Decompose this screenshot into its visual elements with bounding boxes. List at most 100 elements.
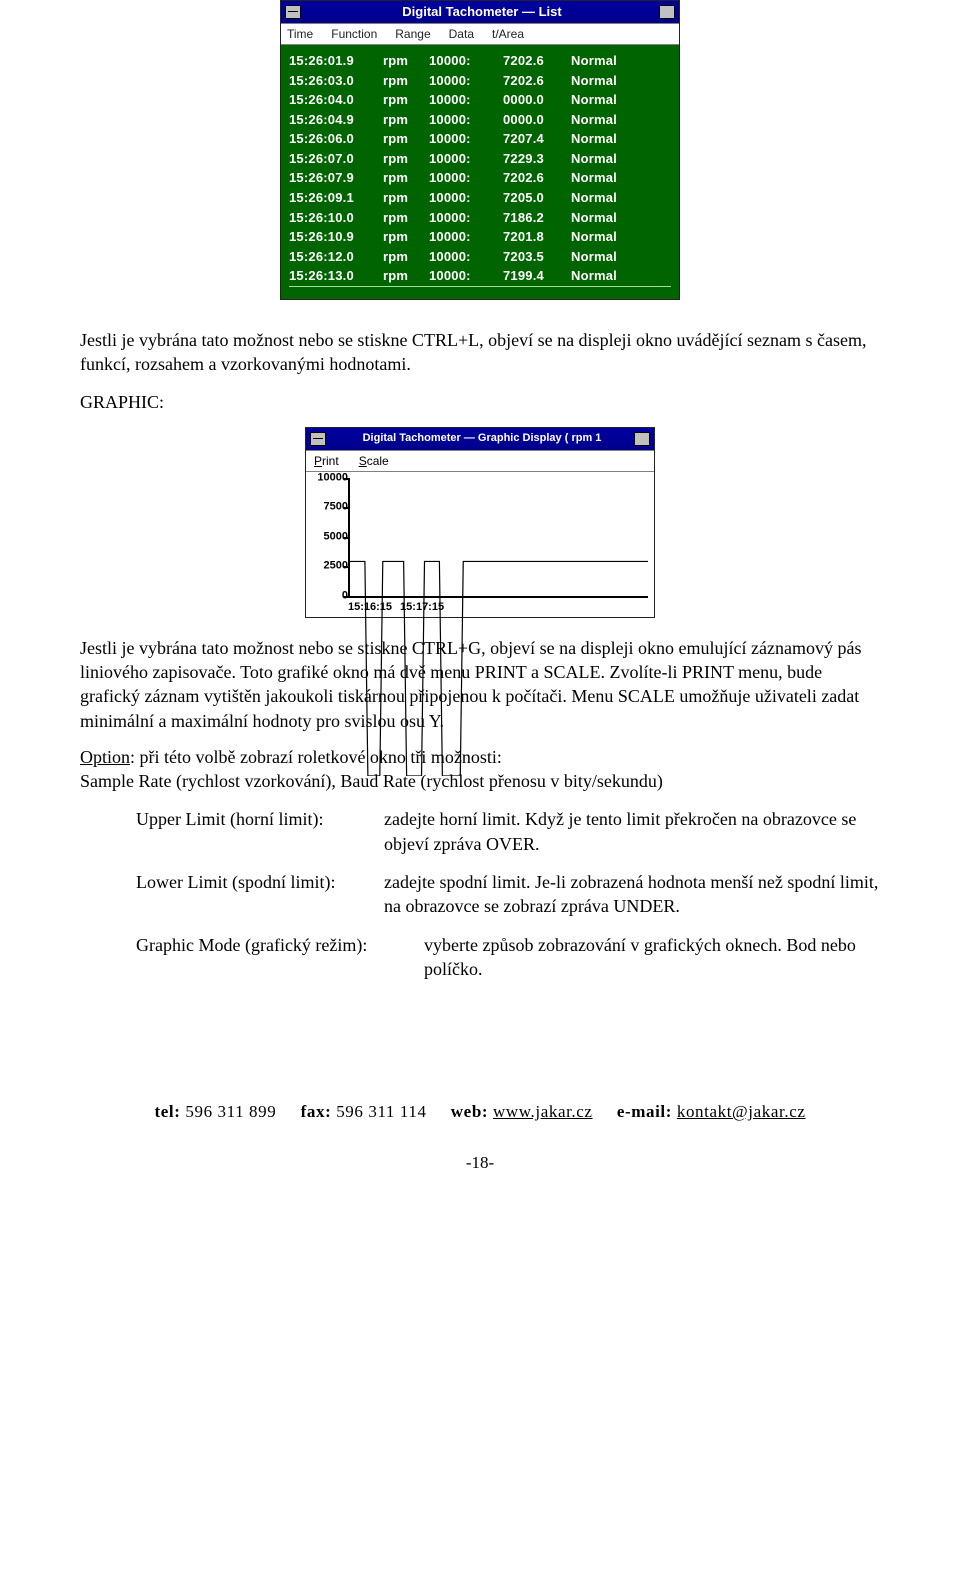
table-cell: 10000: bbox=[429, 209, 497, 227]
menu-print[interactable]: Print bbox=[314, 453, 339, 469]
table-cell: Normal bbox=[571, 228, 643, 246]
table-cell: 7203.5 bbox=[503, 248, 565, 266]
table-cell: 7229.3 bbox=[503, 150, 565, 168]
list-window-titlebar: Digital Tachometer — List bbox=[281, 1, 679, 23]
table-cell: 15:26:09.1 bbox=[289, 189, 377, 207]
table-cell: 7207.4 bbox=[503, 130, 565, 148]
table-cell: rpm bbox=[383, 72, 423, 90]
table-cell: rpm bbox=[383, 209, 423, 227]
table-row: 15:26:12.0rpm10000:7203.5Normal bbox=[289, 247, 671, 267]
table-cell: 7201.8 bbox=[503, 228, 565, 246]
table-cell: rpm bbox=[383, 130, 423, 148]
table-cell: rpm bbox=[383, 91, 423, 109]
web-link[interactable]: www.jakar.cz bbox=[493, 1102, 593, 1121]
table-cell: 10000: bbox=[429, 52, 497, 70]
table-cell: 15:26:12.0 bbox=[289, 248, 377, 266]
y-tick-label: 10000 bbox=[310, 470, 348, 485]
web-label: web: bbox=[451, 1102, 488, 1121]
graphic-mode-value: vyberte způsob zobrazování v grafických … bbox=[424, 933, 880, 982]
table-cell: rpm bbox=[383, 52, 423, 70]
table-cell: Normal bbox=[571, 248, 643, 266]
table-cell: 7199.4 bbox=[503, 267, 565, 285]
table-cell: 7202.6 bbox=[503, 169, 565, 187]
system-menu-icon[interactable] bbox=[285, 5, 301, 19]
table-row: 15:26:04.0rpm10000:0000.0Normal bbox=[289, 90, 671, 110]
menu-range[interactable]: Range bbox=[395, 26, 430, 42]
upper-limit-row: Upper Limit (horní limit): zadejte horní… bbox=[136, 807, 880, 856]
table-row: 15:26:07.9rpm10000:7202.6Normal bbox=[289, 168, 671, 188]
chart-trace bbox=[350, 478, 648, 776]
table-cell: 10000: bbox=[429, 189, 497, 207]
table-cell: 0000.0 bbox=[503, 91, 565, 109]
table-row: 15:26:03.0 rpm 10000: 7202.6 Normal bbox=[289, 71, 671, 91]
table-cell: 15:26:04.0 bbox=[289, 91, 377, 109]
table-row: 15:26:13.0 rpm 10000: 7199.4 Normal bbox=[289, 266, 671, 287]
list-window-container: Digital Tachometer — List Time Function … bbox=[80, 0, 880, 300]
table-cell: 15:26:13.0 bbox=[289, 267, 377, 285]
table-cell: rpm bbox=[383, 267, 423, 285]
table-cell: 7202.6 bbox=[503, 52, 565, 70]
table-row: 15:26:09.1 rpm 10000: 7205.0 Normal bbox=[289, 188, 671, 208]
upper-limit-value: zadejte horní limit. Když je tento limit… bbox=[384, 807, 880, 856]
table-row: 15:26:04.9rpm10000:0000.0Normal bbox=[289, 110, 671, 130]
y-tick-label: 7500 bbox=[310, 500, 348, 515]
table-row: 15:26:06.0rpm10000:7207.4Normal bbox=[289, 129, 671, 149]
table-cell: 15:26:03.0 bbox=[289, 72, 377, 90]
list-data-grid: 15:26:01.9rpm10000:7202.6Normal15:26:03.… bbox=[281, 45, 679, 299]
table-cell: 7205.0 bbox=[503, 189, 565, 207]
table-cell: rpm bbox=[383, 169, 423, 187]
table-cell: Normal bbox=[571, 72, 643, 90]
table-cell: 10000: bbox=[429, 91, 497, 109]
graphic-mode-row: Graphic Mode (grafický režim): vyberte z… bbox=[136, 933, 880, 982]
table-cell: rpm bbox=[383, 248, 423, 266]
y-tick-label: 0 bbox=[310, 588, 348, 603]
tel-label: tel: bbox=[155, 1102, 181, 1121]
graphic-window-container: Digital Tachometer — Graphic Display ( r… bbox=[80, 427, 880, 618]
menu-print-rest: rint bbox=[322, 454, 339, 468]
system-menu-icon[interactable] bbox=[310, 432, 326, 446]
plot-area: 100007500500025000 15:16:1515:17:15 bbox=[306, 472, 654, 617]
y-tick-label: 5000 bbox=[310, 529, 348, 544]
table-cell: 7202.6 bbox=[503, 72, 565, 90]
table-cell: Normal bbox=[571, 169, 643, 187]
graphic-mode-label: Graphic Mode (grafický režim): bbox=[136, 933, 424, 957]
graphic-window-title: Digital Tachometer — Graphic Display ( r… bbox=[332, 431, 632, 446]
tel-value: 596 311 899 bbox=[185, 1102, 276, 1121]
table-cell: Normal bbox=[571, 189, 643, 207]
up-arrow-icon[interactable] bbox=[634, 432, 650, 446]
table-row: 15:26:07.0rpm10000:7229.3Normal bbox=[289, 149, 671, 169]
fax-value: 596 311 114 bbox=[336, 1102, 426, 1121]
table-cell: rpm bbox=[383, 189, 423, 207]
table-cell: 15:26:06.0 bbox=[289, 130, 377, 148]
email-link[interactable]: kontakt@jakar.cz bbox=[677, 1102, 806, 1121]
table-cell: 7186.2 bbox=[503, 209, 565, 227]
table-row: 15:26:01.9rpm10000:7202.6Normal bbox=[289, 51, 671, 71]
page-number: -18- bbox=[80, 1152, 880, 1175]
table-row: 15:26:10.9rpm10000:7201.8Normal bbox=[289, 227, 671, 247]
menu-tarea[interactable]: t/Area bbox=[492, 26, 524, 42]
table-cell: 10000: bbox=[429, 130, 497, 148]
maximize-icon[interactable] bbox=[659, 5, 675, 19]
list-window-title: Digital Tachometer — List bbox=[307, 3, 657, 21]
table-cell: 10000: bbox=[429, 111, 497, 129]
list-window-menubar: Time Function Range Data t/Area bbox=[281, 23, 679, 45]
table-cell: Normal bbox=[571, 267, 643, 285]
option-keyword: Option bbox=[80, 747, 130, 767]
table-cell: Normal bbox=[571, 150, 643, 168]
table-cell: 15:26:01.9 bbox=[289, 52, 377, 70]
menu-function[interactable]: Function bbox=[331, 26, 377, 42]
menu-data[interactable]: Data bbox=[449, 26, 474, 42]
menu-scale[interactable]: Scale bbox=[359, 453, 389, 469]
graphic-window-titlebar: Digital Tachometer — Graphic Display ( r… bbox=[306, 428, 654, 450]
list-window: Digital Tachometer — List Time Function … bbox=[280, 0, 680, 300]
table-cell: 15:26:10.9 bbox=[289, 228, 377, 246]
page-footer: tel: 596 311 899 fax: 596 311 114 web: w… bbox=[80, 1101, 880, 1124]
paragraph-list-desc: Jestli je vybrána tato možnost nebo se s… bbox=[80, 328, 880, 377]
table-cell: 10000: bbox=[429, 267, 497, 285]
table-cell: 10000: bbox=[429, 169, 497, 187]
table-cell: 10000: bbox=[429, 72, 497, 90]
graphic-window: Digital Tachometer — Graphic Display ( r… bbox=[305, 427, 655, 618]
email-label: e-mail: bbox=[617, 1102, 672, 1121]
menu-time[interactable]: Time bbox=[287, 26, 313, 42]
lower-limit-row: Lower Limit (spodní limit): zadejte spod… bbox=[136, 870, 880, 919]
